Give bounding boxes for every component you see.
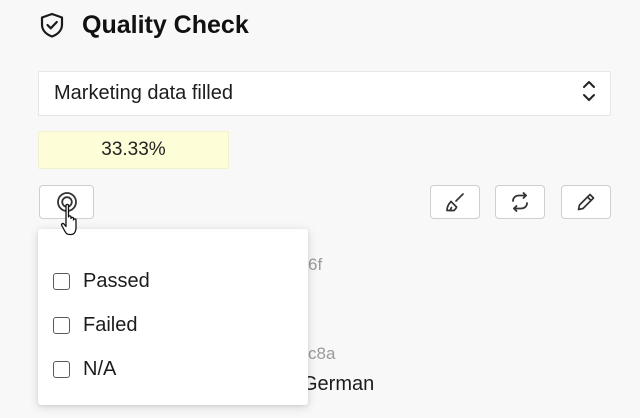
edit-button[interactable] xyxy=(561,185,611,219)
chevron-up-down-icon xyxy=(582,79,596,108)
shield-check-icon xyxy=(38,11,66,39)
filter-option-label: Failed xyxy=(83,313,138,336)
filter-option-passed[interactable]: Passed xyxy=(38,259,308,303)
broom-icon xyxy=(444,191,466,213)
status-select[interactable]: Marketing data filled xyxy=(38,71,611,116)
filter-option-label: N/A xyxy=(83,357,117,380)
page-title: Quality Check xyxy=(82,10,249,39)
checkbox[interactable] xyxy=(53,272,70,290)
checkbox[interactable] xyxy=(53,316,70,334)
record-id-text: 6f xyxy=(308,255,323,274)
clean-button[interactable] xyxy=(430,185,480,219)
status-select-value: Marketing data filled xyxy=(54,82,233,104)
filter-button[interactable] xyxy=(39,185,94,219)
language-value: German xyxy=(302,373,375,395)
progress-badge: 33.33% xyxy=(38,131,229,169)
checkbox[interactable] xyxy=(53,360,70,378)
target-icon xyxy=(56,191,78,213)
filter-option-label: Passed xyxy=(83,269,150,292)
sync-button[interactable] xyxy=(495,185,545,219)
record-id-text: c8a xyxy=(308,344,336,363)
filter-dropdown: Passed Failed N/A xyxy=(38,229,308,405)
page-header: Quality Check xyxy=(38,8,249,42)
filter-option-na[interactable]: N/A xyxy=(38,347,308,391)
filter-option-failed[interactable]: Failed xyxy=(38,303,308,347)
refresh-icon xyxy=(509,191,531,213)
pencil-icon xyxy=(575,191,597,213)
